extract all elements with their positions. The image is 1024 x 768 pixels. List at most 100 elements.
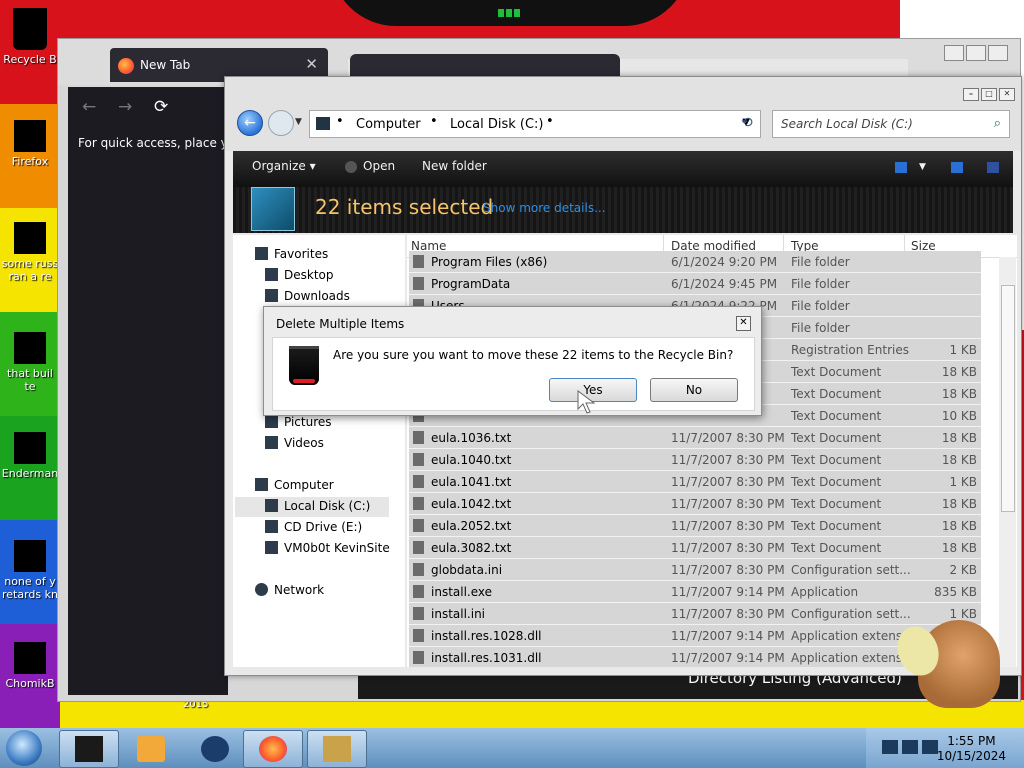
dialog-close-icon[interactable]: ✕ bbox=[736, 316, 751, 331]
folder-icon bbox=[75, 736, 103, 762]
clock-time: 1:55 PM bbox=[947, 734, 996, 748]
search-input[interactable]: Search Local Disk (C:) ⌕ bbox=[772, 110, 1010, 138]
close-icon[interactable] bbox=[988, 45, 1008, 61]
firefox-icon bbox=[14, 120, 46, 152]
file-date: 11/7/2007 8:30 PM bbox=[671, 563, 785, 577]
taskbar-firefox[interactable] bbox=[243, 730, 303, 768]
nav-cd-drive[interactable]: CD Drive (E:) bbox=[265, 520, 362, 534]
maximize-icon[interactable]: □ bbox=[981, 88, 997, 101]
file-size: 2 KB bbox=[949, 563, 977, 577]
nav-desktop[interactable]: Desktop bbox=[265, 268, 334, 282]
desktop-chomik[interactable]: ChomikB bbox=[0, 642, 60, 690]
nav-network[interactable]: Network bbox=[255, 583, 324, 597]
breadcrumb-computer[interactable]: Computer bbox=[356, 117, 421, 132]
vertical-scrollbar[interactable] bbox=[999, 257, 1016, 667]
reload-icon[interactable]: ⟳ bbox=[154, 97, 168, 117]
navigation-pane: Favorites Desktop Downloads Pictures Vid… bbox=[233, 235, 405, 667]
tray-arrow-icon[interactable] bbox=[882, 740, 898, 754]
hamster-image bbox=[890, 620, 1000, 708]
file-row[interactable]: eula.1040.txt 11/7/2007 8:30 PM Text Docum… bbox=[409, 449, 981, 471]
minimize-icon[interactable] bbox=[944, 45, 964, 61]
breadcrumb-separator: • bbox=[546, 114, 554, 129]
desktop-recycle-bin[interactable]: Recycle B bbox=[0, 8, 60, 66]
nav-videos[interactable]: Videos bbox=[265, 436, 324, 450]
desktop-firefox[interactable]: Firefox bbox=[0, 120, 60, 168]
file-name: eula.1036.txt bbox=[431, 431, 512, 445]
file-row[interactable]: install.res.1031.dll 11/7/2007 9:14 PM App… bbox=[409, 647, 981, 667]
nav-vm-share[interactable]: VM0b0t KevinSite bbox=[265, 541, 390, 555]
refresh-icon[interactable]: ⟲ bbox=[741, 115, 753, 131]
dialog-body: Are you sure you want to move these 22 i… bbox=[272, 337, 755, 411]
taskbar-box-game[interactable] bbox=[307, 730, 367, 768]
nav-local-disk[interactable]: Local Disk (C:) bbox=[235, 497, 389, 517]
search-icon[interactable]: ⌕ bbox=[994, 116, 1001, 131]
file-row[interactable]: eula.1036.txt 11/7/2007 8:30 PM Text Docum… bbox=[409, 427, 981, 449]
folder-icon bbox=[413, 277, 424, 290]
file-row[interactable]: install.exe 11/7/2007 9:14 PM Application 8… bbox=[409, 581, 981, 603]
back-button[interactable]: ← bbox=[237, 110, 263, 136]
videos-icon bbox=[265, 436, 278, 449]
scrollbar-thumb[interactable] bbox=[1001, 285, 1015, 512]
show-more-details-link[interactable]: Show more details... bbox=[483, 201, 606, 215]
nav-label: Local Disk (C:) bbox=[284, 499, 371, 513]
forward-button[interactable] bbox=[268, 110, 294, 136]
file-name: install.res.1028.dll bbox=[431, 629, 542, 643]
address-bar[interactable]: • Computer • Local Disk (C:) • ▼ bbox=[309, 110, 761, 138]
forward-arrow-icon[interactable]: → bbox=[118, 97, 132, 117]
volume-tray-icon[interactable] bbox=[922, 740, 938, 754]
file-type: Configuration sett... bbox=[791, 563, 911, 577]
help-icon[interactable] bbox=[987, 162, 999, 173]
desktop-icon-label: Firefox bbox=[11, 155, 49, 168]
no-button[interactable]: No bbox=[650, 378, 738, 402]
nav-label: CD Drive (E:) bbox=[284, 520, 363, 534]
nav-computer[interactable]: Computer bbox=[255, 478, 334, 492]
network-tray-icon[interactable] bbox=[902, 740, 918, 754]
recycle-bin-icon bbox=[13, 8, 47, 50]
file-row[interactable]: install.ini 11/7/2007 8:30 PM Configuratio… bbox=[409, 603, 981, 625]
file-row[interactable]: ProgramData 6/1/2024 9:45 PM File folder bbox=[409, 273, 981, 295]
breadcrumb-local-disk[interactable]: Local Disk (C:) bbox=[450, 117, 543, 132]
file-size: 1 KB bbox=[949, 607, 977, 621]
clock[interactable]: 1:55 PM 10/15/2024 bbox=[937, 734, 1006, 764]
view-icon[interactable] bbox=[895, 162, 907, 173]
close-tab-icon[interactable]: ✕ bbox=[305, 55, 318, 73]
start-button[interactable] bbox=[6, 730, 42, 766]
file-date: 6/1/2024 9:20 PM bbox=[671, 255, 778, 269]
taskbar-app[interactable] bbox=[185, 730, 245, 768]
system-tray: 1:55 PM 10/15/2024 bbox=[866, 728, 1024, 768]
close-icon[interactable]: ✕ bbox=[999, 88, 1015, 101]
file-type: Application bbox=[791, 585, 859, 599]
maximize-icon[interactable] bbox=[966, 45, 986, 61]
file-row[interactable]: eula.1042.txt 11/7/2007 8:30 PM Text Docum… bbox=[409, 493, 981, 515]
back-arrow-icon[interactable]: ← bbox=[82, 97, 96, 117]
view-dropdown-icon[interactable]: ▼ bbox=[919, 162, 926, 172]
file-icon bbox=[413, 629, 424, 642]
file-name: Program Files (x86) bbox=[431, 255, 548, 269]
nav-favorites[interactable]: Favorites bbox=[255, 247, 328, 261]
search-placeholder: Search Local Disk (C:) bbox=[781, 117, 913, 131]
nav-pictures[interactable]: Pictures bbox=[265, 415, 332, 429]
dialog-message: Are you sure you want to move these 22 i… bbox=[333, 348, 734, 362]
desktop-enderman[interactable]: Enderman bbox=[0, 432, 60, 480]
desktop-icon-label: Enderman bbox=[1, 467, 59, 480]
desktop-none-of-y[interactable]: none of y retards kn bbox=[0, 540, 60, 601]
file-icon bbox=[14, 432, 46, 464]
taskbar-explorer[interactable] bbox=[59, 730, 119, 768]
new-folder-button[interactable]: New folder bbox=[422, 159, 487, 173]
file-row[interactable]: eula.3082.txt 11/7/2007 8:30 PM Text Docum… bbox=[409, 537, 981, 559]
desktop-that-buil[interactable]: that buil te bbox=[0, 332, 60, 393]
taskbar-media-player[interactable] bbox=[121, 730, 181, 768]
history-dropdown-icon[interactable]: ▼ bbox=[295, 117, 302, 127]
preview-pane-icon[interactable] bbox=[951, 162, 963, 173]
file-row[interactable]: install.res.1028.dll 11/7/2007 9:14 PM App… bbox=[409, 625, 981, 647]
minimize-icon[interactable]: – bbox=[963, 88, 979, 101]
nav-downloads[interactable]: Downloads bbox=[265, 289, 350, 303]
desktop-some-russ[interactable]: some russ ran a re bbox=[0, 222, 60, 283]
file-row[interactable]: eula.2052.txt 11/7/2007 8:30 PM Text Docum… bbox=[409, 515, 981, 537]
folder-icon bbox=[413, 255, 424, 268]
file-row[interactable]: eula.1041.txt 11/7/2007 8:30 PM Text Docum… bbox=[409, 471, 981, 493]
file-row[interactable]: globdata.ini 11/7/2007 8:30 PM Configurati… bbox=[409, 559, 981, 581]
organize-button[interactable]: Organize ▾ bbox=[252, 159, 316, 173]
file-row[interactable]: Program Files (x86) 6/1/2024 9:20 PM File … bbox=[409, 251, 981, 273]
open-button[interactable]: Open bbox=[363, 159, 395, 173]
